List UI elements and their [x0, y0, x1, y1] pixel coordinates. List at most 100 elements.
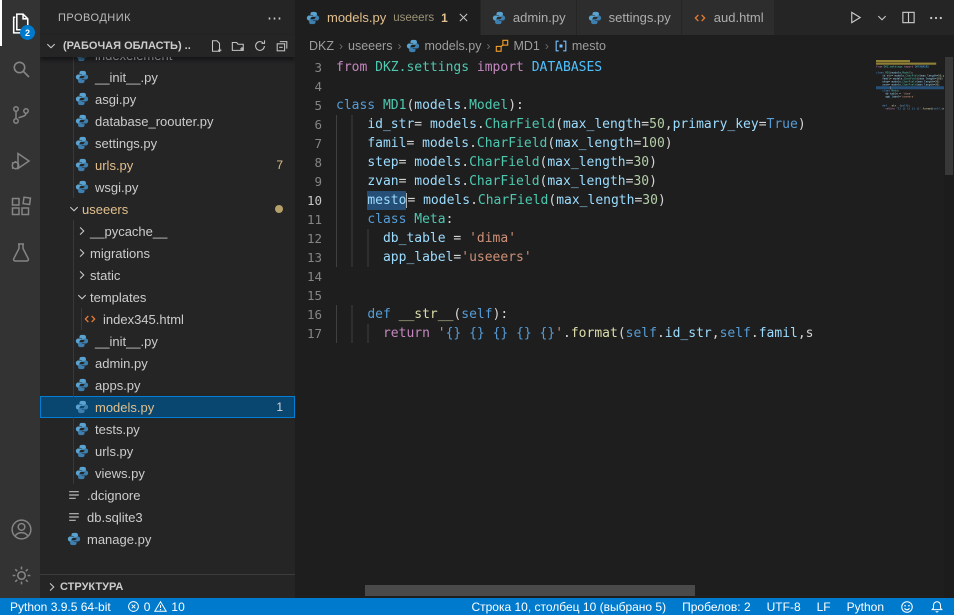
- status-left-0[interactable]: 010: [127, 600, 185, 614]
- status-right-python[interactable]: Python: [847, 600, 884, 614]
- tree-item-database_roouter.py[interactable]: database_roouter.py: [40, 110, 295, 132]
- tree-item-apps.py[interactable]: apps.py: [40, 374, 295, 396]
- line-number: 3: [295, 58, 336, 77]
- code-token: return: [383, 324, 430, 343]
- status-right-feedback-icon[interactable]: [900, 600, 914, 614]
- indent-guide: [81, 308, 82, 330]
- tree-item-settings.py[interactable]: settings.py: [40, 132, 295, 154]
- code-token: 100: [641, 134, 664, 153]
- breadcrumb-item-MD1[interactable]: MD1: [495, 39, 539, 53]
- tree-item-index345.html[interactable]: index345.html: [40, 308, 295, 330]
- breadcrumb-item-DKZ[interactable]: DKZ: [309, 39, 334, 53]
- code-token: 50: [649, 115, 665, 134]
- code-token: (: [548, 191, 556, 210]
- code-editor[interactable]: 3from DKZ.settings import DATABASES45cla…: [295, 58, 875, 343]
- run-dropdown-button[interactable]: [875, 11, 889, 25]
- vertical-scrollbar-slider[interactable]: [945, 57, 953, 175]
- activity-bar-item-extensions[interactable]: [0, 184, 40, 230]
- code-token: models: [414, 96, 461, 115]
- activity-bar-item-testing[interactable]: [0, 230, 40, 276]
- code-token: [461, 324, 469, 343]
- breadcrumb-item-useeers[interactable]: useeers: [348, 39, 392, 53]
- code-token: [524, 58, 532, 77]
- tree-item-admin.py[interactable]: admin.py: [40, 352, 295, 374]
- tree-item-.dcignore[interactable]: .dcignore: [40, 484, 295, 506]
- code-token: =: [414, 115, 430, 134]
- tab-admin.py[interactable]: admin.py: [481, 0, 577, 35]
- activity-bar-item-accounts[interactable]: [0, 506, 40, 552]
- tree-item-useeers[interactable]: useeers: [40, 198, 295, 220]
- tree-item-models.py[interactable]: models.py1: [40, 396, 295, 418]
- tree-item-indexelement[interactable]: indexelement: [40, 57, 295, 66]
- horizontal-scrollbar[interactable]: [365, 585, 695, 596]
- tab-settings.py[interactable]: settings.py: [577, 0, 682, 35]
- status-label: 10: [171, 600, 184, 614]
- activity-bar-item-run-debug[interactable]: [0, 138, 40, 184]
- code-token: [336, 134, 367, 153]
- python-icon: [74, 70, 90, 84]
- code-token: [532, 324, 540, 343]
- breadcrumb-separator: ›: [486, 39, 490, 53]
- tree-item-migrations[interactable]: migrations: [40, 242, 295, 264]
- tree-item-urls.py[interactable]: urls.py7: [40, 154, 295, 176]
- tree-item-tests.py[interactable]: tests.py: [40, 418, 295, 440]
- status-right-utf-8[interactable]: UTF-8: [767, 600, 801, 614]
- run-button[interactable]: [848, 10, 863, 25]
- modified-dot-badge: [275, 205, 283, 213]
- outline-section-header[interactable]: СТРУКТУРА: [40, 574, 295, 598]
- new-folder-icon[interactable]: [231, 39, 245, 53]
- tree-item-__init__.py[interactable]: __init__.py: [40, 66, 295, 88]
- tree-item-__init__.py[interactable]: __init__.py: [40, 330, 295, 352]
- new-file-icon[interactable]: [209, 39, 223, 53]
- breadcrumb-item-models.py[interactable]: models.py: [406, 39, 481, 53]
- tab-label: admin.py: [513, 10, 566, 25]
- breadcrumb-separator: ›: [545, 39, 549, 53]
- code-token: famil: [367, 134, 406, 153]
- tree-item-urls.py[interactable]: urls.py: [40, 440, 295, 462]
- tab-bar: models.pyuseeers1 admin.py settings.pyaud.…: [295, 0, 954, 35]
- tree-item-asgi.py[interactable]: asgi.py: [40, 88, 295, 110]
- status-right-пробелов-2[interactable]: Пробелов: 2: [682, 600, 751, 614]
- more-actions-button[interactable]: [928, 10, 944, 26]
- tree-item-views.py[interactable]: views.py: [40, 462, 295, 484]
- close-icon[interactable]: [457, 11, 470, 24]
- activity-bar-item-source-control[interactable]: [0, 92, 40, 138]
- tree-item-wsgi.py[interactable]: wsgi.py: [40, 176, 295, 198]
- status-left-python-3-9-5-64-bit[interactable]: Python 3.9.5 64-bit: [10, 600, 111, 614]
- split-editor-button[interactable]: [901, 10, 916, 25]
- tree-item-label: views.py: [95, 466, 145, 481]
- problems-badge: 1: [276, 400, 283, 414]
- tree-item-db.sqlite3[interactable]: db.sqlite3: [40, 506, 295, 528]
- tab-aud.html[interactable]: aud.html: [682, 0, 775, 35]
- line-number: 10: [295, 191, 336, 210]
- collapse-all-icon[interactable]: [275, 39, 289, 53]
- html-icon: [692, 11, 708, 25]
- status-label: Строка 10, столбец 10 (выбрано 5): [471, 600, 666, 614]
- breadcrumb-label: useeers: [348, 39, 392, 53]
- code-token: =: [453, 248, 461, 267]
- activity-bar-item-explorer[interactable]: 2: [0, 0, 40, 46]
- chevron-right-icon: [74, 246, 90, 260]
- refresh-icon[interactable]: [253, 39, 267, 53]
- tree-item-manage.py[interactable]: manage.py: [40, 528, 295, 550]
- activity-bar-item-settings[interactable]: [0, 552, 40, 598]
- workspace-section-header[interactable]: (РАБОЧАЯ ОБЛАСТЬ) ...: [40, 35, 295, 57]
- minimap[interactable]: from DKZ.settings import DATABASESclass …: [876, 59, 944, 598]
- code-token: 'dima': [469, 229, 516, 248]
- code-line-4: 4: [295, 77, 875, 96]
- code-token: (: [555, 115, 563, 134]
- explorer-more-actions-icon[interactable]: ⋯: [267, 9, 283, 27]
- tab-models.py[interactable]: models.pyuseeers1: [295, 0, 481, 35]
- activity-bar-item-search[interactable]: [0, 46, 40, 92]
- breadcrumb-item-mesto[interactable]: mesto: [554, 39, 606, 53]
- status-right-lf[interactable]: LF: [817, 600, 831, 614]
- tree-item-__pycache__[interactable]: __pycache__: [40, 220, 295, 242]
- status-right-bell-icon[interactable]: [930, 600, 944, 614]
- search-icon: [9, 57, 33, 81]
- code-token: (: [547, 134, 555, 153]
- status-right-строка-10-столбец-10-выб[interactable]: Строка 10, столбец 10 (выбрано 5): [471, 600, 666, 614]
- tree-item-templates[interactable]: templates: [40, 286, 295, 308]
- tree-item-static[interactable]: static: [40, 264, 295, 286]
- code-token: return: [885, 107, 894, 110]
- code-token: self: [461, 305, 492, 324]
